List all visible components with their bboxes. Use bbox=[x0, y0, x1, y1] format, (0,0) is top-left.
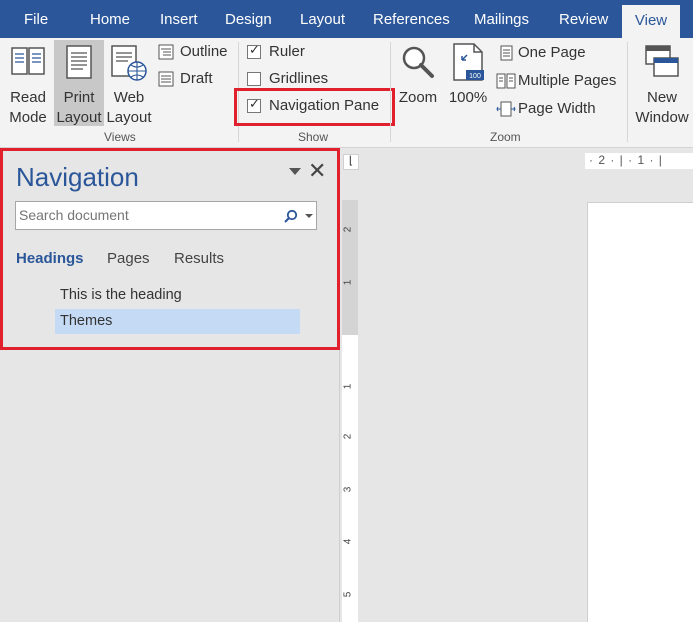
tab-design[interactable]: Design bbox=[225, 0, 272, 38]
magnifier-icon bbox=[402, 46, 434, 78]
page-width-label: Page Width bbox=[518, 100, 596, 117]
zoom-group-label: Zoom bbox=[490, 130, 521, 144]
draft-label: Draft bbox=[180, 70, 213, 87]
group-separator bbox=[627, 42, 628, 142]
new-window-label: New Window bbox=[635, 89, 689, 126]
multiple-pages-label: Multiple Pages bbox=[518, 72, 617, 89]
show-group-label: Show bbox=[298, 130, 329, 144]
tab-selector[interactable]: ⌊ bbox=[343, 154, 359, 170]
ribbon-tab-bar: File Home Insert Design Layout Reference… bbox=[0, 0, 693, 38]
multiple-pages-button[interactable]: Multiple Pages bbox=[496, 72, 621, 92]
ruler-number: 2 bbox=[342, 226, 354, 233]
read-mode-label: Read Mode bbox=[9, 89, 47, 126]
tab-file[interactable]: File bbox=[24, 0, 48, 38]
ruler-number: 1 bbox=[342, 279, 354, 286]
tab-references[interactable]: References bbox=[373, 0, 450, 38]
navigation-pane-highlight bbox=[0, 148, 340, 350]
outline-icon bbox=[158, 44, 174, 60]
ruler-marks: · 2 · | · 1 · | bbox=[589, 153, 663, 167]
print-layout-icon bbox=[66, 45, 92, 79]
draft-button[interactable]: Draft bbox=[158, 70, 234, 90]
zoom-label: Zoom bbox=[398, 89, 438, 106]
vertical-ruler-numbers: 2 1 1 2 3 4 5 bbox=[342, 200, 357, 622]
tab-insert[interactable]: Insert bbox=[160, 0, 198, 38]
svg-text:100: 100 bbox=[469, 73, 481, 80]
draft-icon bbox=[158, 71, 174, 87]
gridlines-label: Gridlines bbox=[269, 70, 329, 87]
gridlines-checkbox-box bbox=[247, 72, 261, 86]
web-layout-button[interactable]: Web Layout bbox=[106, 42, 152, 126]
ruler-label: Ruler bbox=[269, 43, 305, 60]
read-mode-button[interactable]: Read Mode bbox=[6, 42, 50, 126]
new-window-icon bbox=[645, 45, 679, 77]
tab-home[interactable]: Home bbox=[90, 0, 130, 38]
tab-view[interactable]: View bbox=[622, 5, 680, 38]
print-layout-label: Print Layout bbox=[56, 89, 102, 126]
navigation-pane-highlight bbox=[234, 88, 395, 126]
print-layout-button[interactable]: Print Layout bbox=[54, 40, 104, 126]
checkmark-icon: ✓ bbox=[249, 42, 260, 57]
web-layout-label: Web Layout bbox=[106, 89, 152, 126]
web-layout-icon bbox=[111, 45, 147, 81]
one-page-label: One Page bbox=[518, 44, 586, 61]
zoom-100-button[interactable]: 100 100% bbox=[446, 42, 490, 112]
page-width-icon bbox=[496, 101, 516, 117]
tab-layout[interactable]: Layout bbox=[300, 0, 345, 38]
one-page-icon bbox=[500, 45, 513, 61]
read-mode-icon bbox=[11, 47, 45, 75]
zoom-button[interactable]: Zoom bbox=[396, 42, 440, 112]
one-page-button[interactable]: One Page bbox=[496, 44, 596, 64]
document-page[interactable] bbox=[587, 202, 693, 622]
new-window-button[interactable]: New Window bbox=[632, 42, 692, 126]
views-group-label: Views bbox=[104, 130, 136, 144]
tab-mailings[interactable]: Mailings bbox=[474, 0, 529, 38]
page-width-button[interactable]: Page Width bbox=[496, 100, 606, 120]
ruler-number: 4 bbox=[342, 538, 354, 545]
ruler-number: 3 bbox=[342, 486, 354, 493]
zoom-100-label: 100% bbox=[448, 89, 488, 106]
zoom-100-icon: 100 bbox=[453, 43, 484, 81]
ruler-checkbox[interactable]: ✓ Ruler bbox=[247, 42, 327, 63]
horizontal-ruler[interactable]: · 2 · | · 1 · | bbox=[585, 153, 693, 169]
ruler-number: 2 bbox=[342, 433, 354, 440]
outline-button[interactable]: Outline bbox=[158, 43, 234, 63]
tab-review[interactable]: Review bbox=[559, 0, 608, 38]
group-separator bbox=[390, 42, 391, 142]
ruler-checkbox-box: ✓ bbox=[247, 42, 261, 59]
ruler-number: 1 bbox=[342, 383, 354, 390]
ribbon-view: Read Mode Print Layout Web Layout Outline bbox=[0, 38, 693, 148]
outline-label: Outline bbox=[180, 43, 228, 60]
ruler-number: 5 bbox=[342, 591, 354, 598]
multiple-pages-icon bbox=[496, 73, 516, 89]
gridlines-checkbox[interactable]: Gridlines bbox=[247, 70, 337, 90]
